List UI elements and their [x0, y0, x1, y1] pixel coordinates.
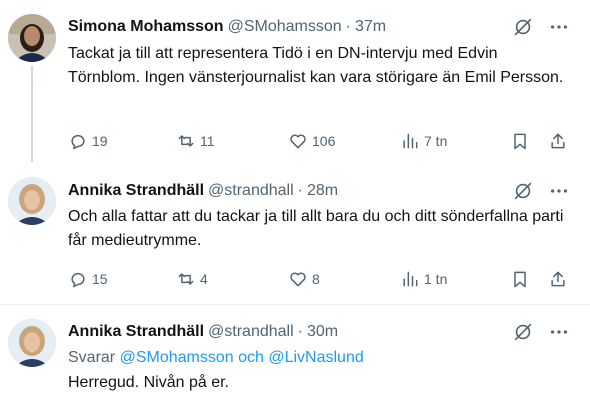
- share-icon: [551, 133, 565, 149]
- like-button[interactable]: 106: [288, 129, 335, 153]
- grok-icon[interactable]: [512, 321, 534, 343]
- action-bar: 15 4 8 1 tn: [68, 267, 588, 291]
- post-simona[interactable]: Simona Mohamsson @SMohamsson · 37m Tacka…: [0, 0, 590, 163]
- avatar-simona[interactable]: [8, 14, 56, 62]
- reply-prefix: Svarar: [68, 349, 116, 366]
- mention-link[interactable]: @SMohamsson: [120, 349, 234, 366]
- bookmark-button[interactable]: [510, 267, 534, 291]
- repost-button[interactable]: 4: [176, 267, 208, 291]
- share-icon: [551, 271, 565, 287]
- mention-link[interactable]: @LivNaslund: [268, 349, 363, 366]
- display-name[interactable]: Annika Strandhäll: [68, 323, 204, 341]
- reply-icon: [71, 272, 85, 288]
- repost-count: 11: [200, 133, 215, 149]
- post-header: Annika Strandhäll @strandhall · 30m: [68, 321, 338, 343]
- handle[interactable]: @SMohamsson: [228, 18, 342, 36]
- reply-count: 15: [92, 271, 108, 287]
- reply-and[interactable]: och: [238, 349, 264, 366]
- reply-count: 19: [92, 133, 108, 149]
- repost-icon: [178, 135, 194, 147]
- replying-to: Svarar @SMohamsson och @LivNaslund: [68, 346, 364, 370]
- separator-dot: ·: [345, 18, 351, 35]
- grok-icon[interactable]: [512, 16, 534, 38]
- post-text: Tackat ja till att representera Tidö i e…: [68, 45, 564, 86]
- like-count: 106: [312, 133, 336, 149]
- repost-icon: [178, 273, 194, 285]
- reply-button[interactable]: 19: [68, 129, 108, 153]
- grok-icon[interactable]: [512, 180, 534, 202]
- share-button[interactable]: [548, 267, 572, 291]
- handle[interactable]: @strandhall: [208, 323, 294, 341]
- like-icon: [290, 134, 306, 149]
- views-button[interactable]: 7 tn: [400, 129, 447, 153]
- post-annika-reply[interactable]: Annika Strandhäll @strandhall · 28m Och …: [0, 163, 590, 304]
- display-name[interactable]: Annika Strandhäll: [68, 182, 204, 200]
- timestamp[interactable]: 30m: [307, 323, 338, 341]
- bookmark-icon: [514, 133, 526, 150]
- post-text: Och alla fattar att du tackar ja till al…: [68, 208, 564, 249]
- share-button[interactable]: [548, 129, 572, 153]
- bookmark-icon: [514, 271, 526, 288]
- separator-dot: ·: [297, 323, 303, 340]
- thread-line: [31, 66, 33, 162]
- reply-icon: [71, 134, 85, 150]
- post-header: Simona Mohamsson @SMohamsson · 37m: [68, 16, 386, 38]
- views-button[interactable]: 1 tn: [400, 267, 447, 291]
- post-annika-second[interactable]: Annika Strandhäll @strandhall · 30m Svar…: [0, 305, 590, 403]
- more-icon[interactable]: [548, 180, 570, 202]
- views-icon: [403, 271, 418, 287]
- post-text: Herregud. Nivån på er.: [68, 374, 229, 391]
- timestamp[interactable]: 28m: [307, 182, 338, 200]
- avatar-annika[interactable]: [8, 319, 56, 367]
- separator-dot: ·: [297, 182, 303, 199]
- repost-count: 4: [200, 271, 208, 287]
- more-icon[interactable]: [548, 16, 570, 38]
- like-button[interactable]: 8: [288, 267, 320, 291]
- views-count: 1 tn: [424, 271, 448, 287]
- action-bar: 19 11 106 7 tn: [68, 129, 588, 153]
- timestamp[interactable]: 37m: [355, 18, 386, 36]
- views-icon: [403, 133, 418, 149]
- repost-button[interactable]: 11: [176, 129, 215, 153]
- views-count: 7 tn: [424, 133, 448, 149]
- post-header: Annika Strandhäll @strandhall · 28m: [68, 180, 338, 202]
- display-name[interactable]: Simona Mohamsson: [68, 18, 224, 36]
- avatar-annika[interactable]: [8, 177, 56, 225]
- handle[interactable]: @strandhall: [208, 182, 294, 200]
- more-icon[interactable]: [548, 321, 570, 343]
- bookmark-button[interactable]: [510, 129, 534, 153]
- reply-button[interactable]: 15: [68, 267, 108, 291]
- like-icon: [290, 272, 306, 287]
- like-count: 8: [312, 271, 320, 287]
